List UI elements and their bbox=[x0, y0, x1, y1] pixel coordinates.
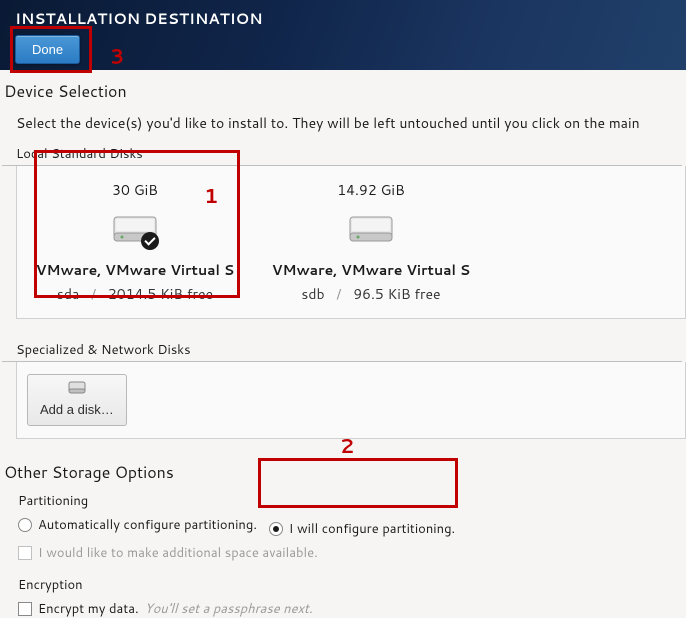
disk-dev: sda bbox=[57, 284, 79, 304]
encrypt-data-checkbox[interactable]: Encrypt my data. You'll set a passphrase… bbox=[18, 600, 672, 618]
specialized-disks-label: Specialized & Network Disks bbox=[2, 341, 682, 362]
disk-dev: sdb bbox=[301, 284, 324, 304]
disk-card-sdb[interactable]: 14.92 GiB VMware, VMware Virtual S sdb /… bbox=[253, 166, 489, 318]
page-title: INSTALLATION DESTINATION bbox=[15, 8, 671, 29]
add-disk-button[interactable]: Add a disk… bbox=[27, 374, 127, 426]
storage-options: Other Storage Options Partitioning Autom… bbox=[2, 439, 686, 618]
separator: / bbox=[336, 284, 341, 304]
radio-label: I will configure partitioning. bbox=[289, 520, 455, 538]
disk-name: VMware, VMware Virtual S bbox=[23, 260, 247, 280]
encryption-subtitle: Encryption bbox=[4, 576, 672, 594]
specialized-disks-row: Add a disk… bbox=[16, 362, 686, 439]
local-disks-label: Local Standard Disks bbox=[2, 145, 682, 166]
installer-header: INSTALLATION DESTINATION Done bbox=[0, 0, 686, 70]
done-button[interactable]: Done bbox=[15, 35, 80, 64]
disk-icon-wrap bbox=[23, 210, 247, 250]
disk-size: 30 GiB bbox=[23, 180, 247, 200]
radio-icon bbox=[18, 518, 32, 532]
disk-subinfo: sdb / 96.5 KiB free bbox=[259, 284, 483, 304]
partitioning-radio-group: Automatically configure partitioning. I … bbox=[4, 516, 672, 538]
radio-manual-partitioning[interactable]: I will configure partitioning. bbox=[269, 520, 455, 538]
checkbox-label: I would like to make additional space av… bbox=[38, 544, 318, 562]
disk-size: 14.92 GiB bbox=[259, 180, 483, 200]
local-disks-row: 30 GiB VMware, VMware Virtual S sda / 20… bbox=[16, 166, 686, 319]
separator: / bbox=[91, 284, 96, 304]
radio-icon-selected bbox=[269, 522, 283, 536]
disk-card-sda[interactable]: 30 GiB VMware, VMware Virtual S sda / 20… bbox=[17, 166, 253, 318]
checkbox-label: Encrypt my data. bbox=[38, 600, 139, 618]
device-selection-title: Device Selection bbox=[2, 80, 686, 103]
radio-label: Automatically configure partitioning. bbox=[38, 516, 257, 534]
add-disk-label: Add a disk… bbox=[40, 402, 114, 417]
partitioning-subtitle: Partitioning bbox=[4, 492, 672, 510]
encryption-section: Encryption Encrypt my data. You'll set a… bbox=[4, 576, 672, 618]
disk-add-icon bbox=[68, 381, 86, 398]
disk-free: 2014.5 KiB free bbox=[108, 284, 213, 304]
storage-options-title: Other Storage Options bbox=[4, 461, 672, 484]
harddisk-icon bbox=[348, 215, 394, 245]
device-selection-instruction: Select the device(s) you'd like to insta… bbox=[2, 113, 686, 133]
reclaim-space-checkbox: I would like to make additional space av… bbox=[18, 544, 672, 562]
checkbox-icon bbox=[18, 546, 32, 560]
encrypt-hint: You'll set a passphrase next. bbox=[145, 600, 313, 618]
disk-free: 96.5 KiB free bbox=[353, 284, 440, 304]
radio-auto-partitioning[interactable]: Automatically configure partitioning. bbox=[18, 516, 257, 534]
disk-name: VMware, VMware Virtual S bbox=[259, 260, 483, 280]
disk-selected-check-icon bbox=[141, 232, 159, 250]
content-area: Device Selection Select the device(s) yo… bbox=[0, 70, 686, 618]
disk-subinfo: sda / 2014.5 KiB free bbox=[23, 284, 247, 304]
disk-icon-wrap bbox=[259, 210, 483, 250]
